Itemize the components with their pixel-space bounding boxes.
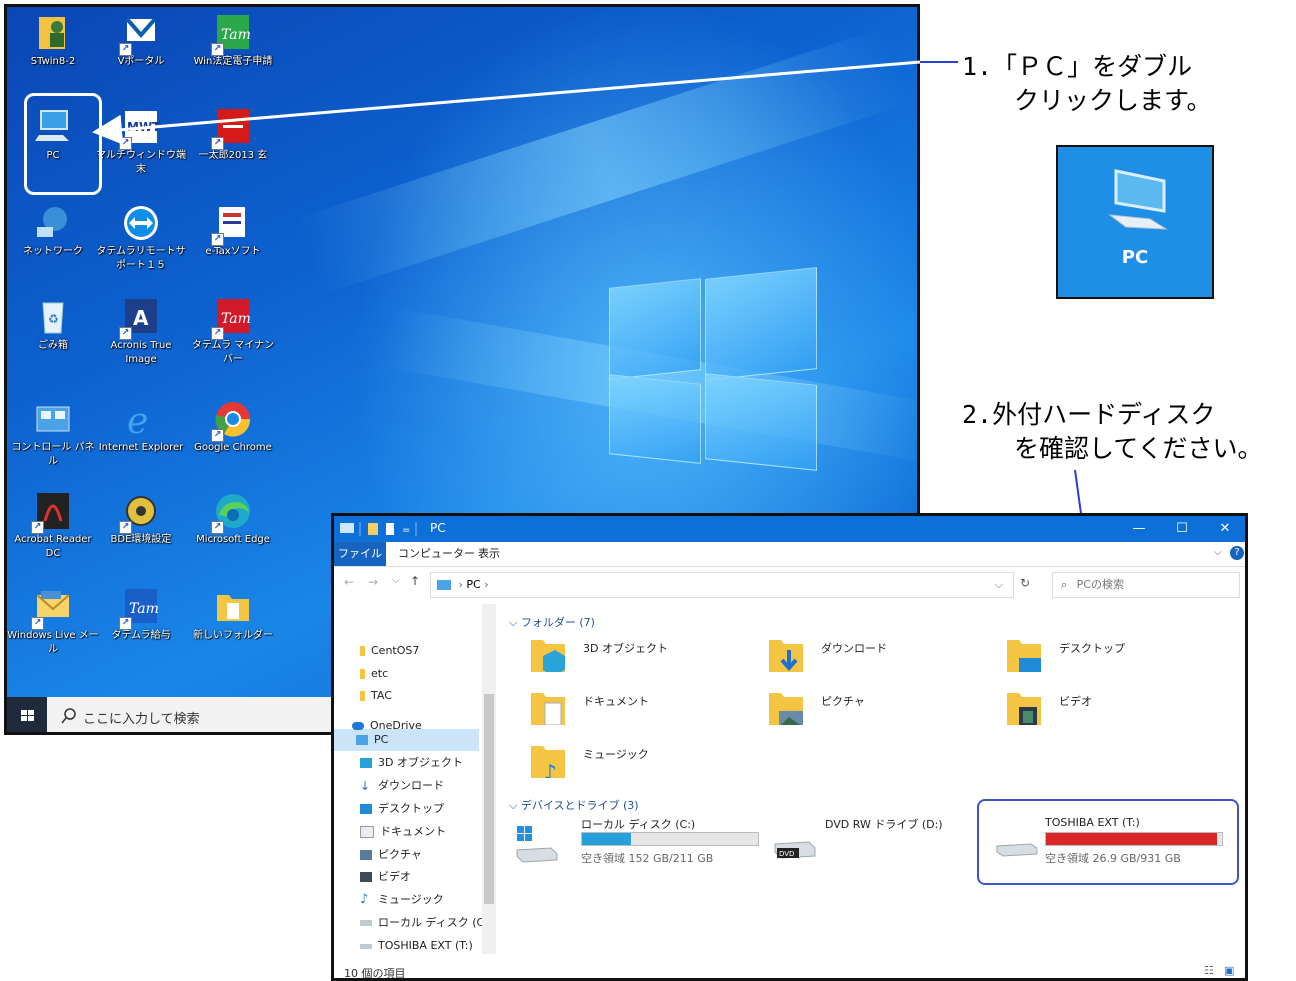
folder-desktop[interactable]: デスクトップ xyxy=(999,634,1219,678)
folder-icon xyxy=(360,669,365,679)
details-view-icon[interactable]: ☷ xyxy=(1204,964,1214,977)
picture-icon xyxy=(360,850,372,860)
quick-access-toolbar-icons[interactable]: = xyxy=(340,522,426,536)
dvd-drive-icon: DVD xyxy=(774,841,816,859)
nav-item-desktop[interactable]: デスクトップ xyxy=(360,799,444,819)
expand-ribbon-chevron-icon[interactable]: ⌵ xyxy=(1214,547,1222,558)
desktop-icon xyxy=(360,804,372,814)
nav-item-documents[interactable]: ドキュメント xyxy=(360,822,446,842)
address-dropdown-chevron-icon[interactable]: ⌵ xyxy=(995,573,1003,597)
folder-videos-icon xyxy=(1007,693,1041,725)
tab-file[interactable]: ファイル xyxy=(334,542,386,566)
external-drive-icon xyxy=(360,943,372,949)
folder-icon xyxy=(360,646,365,656)
help-icon[interactable]: ? xyxy=(1230,546,1244,560)
nav-scroll-thumb[interactable] xyxy=(484,694,494,904)
forward-arrow-icon[interactable]: → xyxy=(368,575,378,589)
nav-item-downloads[interactable]: ↓ ダウンロード xyxy=(360,776,444,796)
folder-3d-objects[interactable]: 3D オブジェクト xyxy=(523,634,743,678)
film-icon xyxy=(360,872,372,882)
chevron-down-icon: ⌵ xyxy=(509,799,521,812)
navigation-pane: ▲ CentOS7 etc TAC OneDrive PC 3D オブジェクト … xyxy=(334,604,492,956)
status-bar: 10 個の項目 ☷ ▣ xyxy=(334,962,1245,980)
maximize-button[interactable]: ☐ xyxy=(1160,516,1204,542)
ribbon: ファイル コンピューター 表示 ⌵ ? xyxy=(334,542,1245,567)
step2-line2: を確認してください。 xyxy=(1014,434,1263,463)
minimize-button[interactable]: — xyxy=(1117,516,1161,542)
folder-pictures-icon xyxy=(769,693,803,725)
breadcrumb-separator-icon: › xyxy=(458,578,463,591)
computer-icon xyxy=(356,735,368,745)
computer-icon xyxy=(1108,169,1168,230)
search-placeholder: PCの検索 xyxy=(1076,578,1124,591)
folder-music[interactable]: ♪ ミュージック xyxy=(523,740,743,784)
recent-chevron-icon[interactable]: ⌵ xyxy=(392,575,400,586)
cloud-icon xyxy=(352,722,364,730)
nav-item-etc[interactable]: etc xyxy=(360,664,388,684)
folder-icon xyxy=(360,691,365,701)
nav-item-pictures[interactable]: ピクチャ xyxy=(360,845,422,865)
folder-pictures[interactable]: ピクチャ xyxy=(761,687,981,731)
window-title: PC xyxy=(430,521,446,535)
content-pane: ⌵ フォルダー (7) 3D オブジェクト ダウンロード デスクトップ ドキュメ… xyxy=(499,604,1244,954)
drive-icon xyxy=(360,920,372,926)
nav-item-local-disk[interactable]: ローカル ディスク (C:) xyxy=(360,913,492,933)
refresh-icon[interactable]: ↻ xyxy=(1020,576,1030,590)
drive-c-usage-bar xyxy=(581,832,759,846)
drive-c[interactable]: ローカル ディスク (C:) 空き領域 152 GB/211 GB xyxy=(511,816,761,876)
document-icon xyxy=(360,826,374,838)
folder-3d-icon xyxy=(531,640,565,672)
folder-documents-icon xyxy=(531,693,565,725)
nav-item-3d-objects[interactable]: 3D オブジェクト xyxy=(360,753,463,773)
nav-item-toshiba[interactable]: TOSHIBA EXT (T:) xyxy=(360,936,473,956)
download-arrow-icon: ↓ xyxy=(360,779,371,793)
tab-view[interactable]: 表示 xyxy=(478,542,500,566)
tab-computer[interactable]: コンピューター xyxy=(398,542,475,566)
address-bar-row: ← → ⌵ ↑ › PC › ⌵ ↻ ⌕ PCの検索 xyxy=(334,567,1245,601)
breadcrumb-separator-icon: › xyxy=(484,578,489,591)
explorer-window: = PC — ☐ ✕ ファイル コンピューター 表示 ⌵ ? ← → ⌵ ↑ ›… xyxy=(331,513,1248,981)
svg-text:DVD: DVD xyxy=(779,850,794,858)
zoom-label: PC xyxy=(1121,247,1149,268)
nav-item-centos[interactable]: CentOS7 xyxy=(360,641,419,661)
large-icons-view-icon[interactable]: ▣ xyxy=(1224,964,1234,977)
nav-item-pc[interactable]: PC xyxy=(356,730,388,750)
close-button[interactable]: ✕ xyxy=(1203,516,1245,542)
step1-line1: 1.「ＰＣ」をダブル xyxy=(962,52,1193,81)
cube-icon xyxy=(360,758,372,768)
folder-desktop-icon xyxy=(1007,640,1041,672)
group-header-folders[interactable]: ⌵ フォルダー (7) xyxy=(509,614,595,630)
nav-scrollbar[interactable] xyxy=(482,604,496,954)
address-box[interactable]: › PC › ⌵ xyxy=(430,572,1014,598)
external-drive-highlight-box xyxy=(977,799,1239,885)
nav-item-tac[interactable]: TAC xyxy=(360,686,392,706)
folder-documents[interactable]: ドキュメント xyxy=(523,687,743,731)
breadcrumb-pc[interactable]: PC xyxy=(466,578,480,591)
folder-videos[interactable]: ビデオ xyxy=(999,687,1219,731)
search-input[interactable]: ⌕ PCの検索 xyxy=(1052,572,1240,598)
windows-drive-icon xyxy=(516,826,558,863)
svg-text:=: = xyxy=(402,525,410,536)
folder-download-icon xyxy=(769,640,803,672)
step2-line1: 2.外付ハードディスク xyxy=(962,400,1216,429)
drive-d[interactable]: DVD DVD RW ドライブ (D:) xyxy=(761,816,981,876)
up-arrow-icon[interactable]: ↑ xyxy=(410,574,420,588)
search-icon: ⌕ xyxy=(1061,578,1068,591)
group-header-devices[interactable]: ⌵ デバイスとドライブ (3) xyxy=(509,797,639,813)
drive-c-usage-fill xyxy=(582,833,632,845)
nav-item-videos[interactable]: ビデオ xyxy=(360,867,411,887)
pc-icon-zoom: PC xyxy=(1056,145,1214,299)
music-note-icon: ♪ xyxy=(360,892,369,907)
folder-downloads[interactable]: ダウンロード xyxy=(761,634,981,678)
arrow-to-pc-icon xyxy=(92,60,921,145)
title-bar: = PC — ☐ ✕ xyxy=(334,516,1245,542)
folder-music-icon: ♪ xyxy=(531,746,565,778)
status-item-count: 10 個の項目 xyxy=(344,967,406,980)
pc-small-icon xyxy=(437,580,451,590)
nav-item-music[interactable]: ♪ ミュージック xyxy=(360,890,444,910)
step1-line2: クリックします。 xyxy=(1014,86,1212,115)
back-arrow-icon[interactable]: ← xyxy=(344,575,354,589)
svg-text:♪: ♪ xyxy=(543,761,557,778)
chevron-down-icon: ⌵ xyxy=(509,616,521,629)
